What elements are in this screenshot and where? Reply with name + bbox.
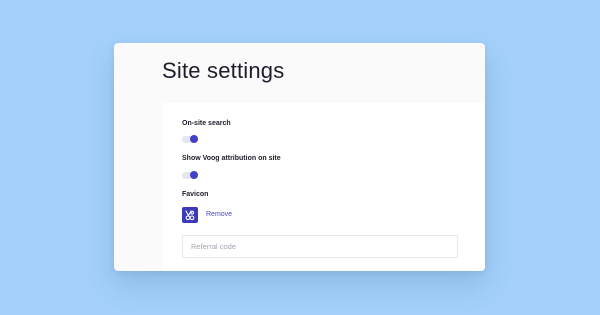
page-title: Site settings — [162, 58, 285, 83]
referral-code-input[interactable] — [182, 235, 458, 258]
toggle-knob — [190, 135, 198, 143]
onsite-search-label: On-site search — [182, 120, 231, 127]
favicon-preview — [182, 207, 198, 223]
voog-attribution-label: Show Voog attribution on site — [182, 155, 281, 162]
settings-panel: On-site search Show Voog attribution on … — [163, 103, 485, 271]
voog-logo-icon — [185, 210, 195, 221]
onsite-search-toggle[interactable] — [182, 135, 198, 144]
settings-window: Site settings On-site search Show Voog a… — [114, 43, 485, 271]
voog-attribution-toggle[interactable] — [182, 171, 198, 180]
remove-favicon-link[interactable]: Remove — [206, 211, 232, 218]
favicon-label: Favicon — [182, 191, 209, 198]
toggle-knob — [190, 171, 198, 179]
